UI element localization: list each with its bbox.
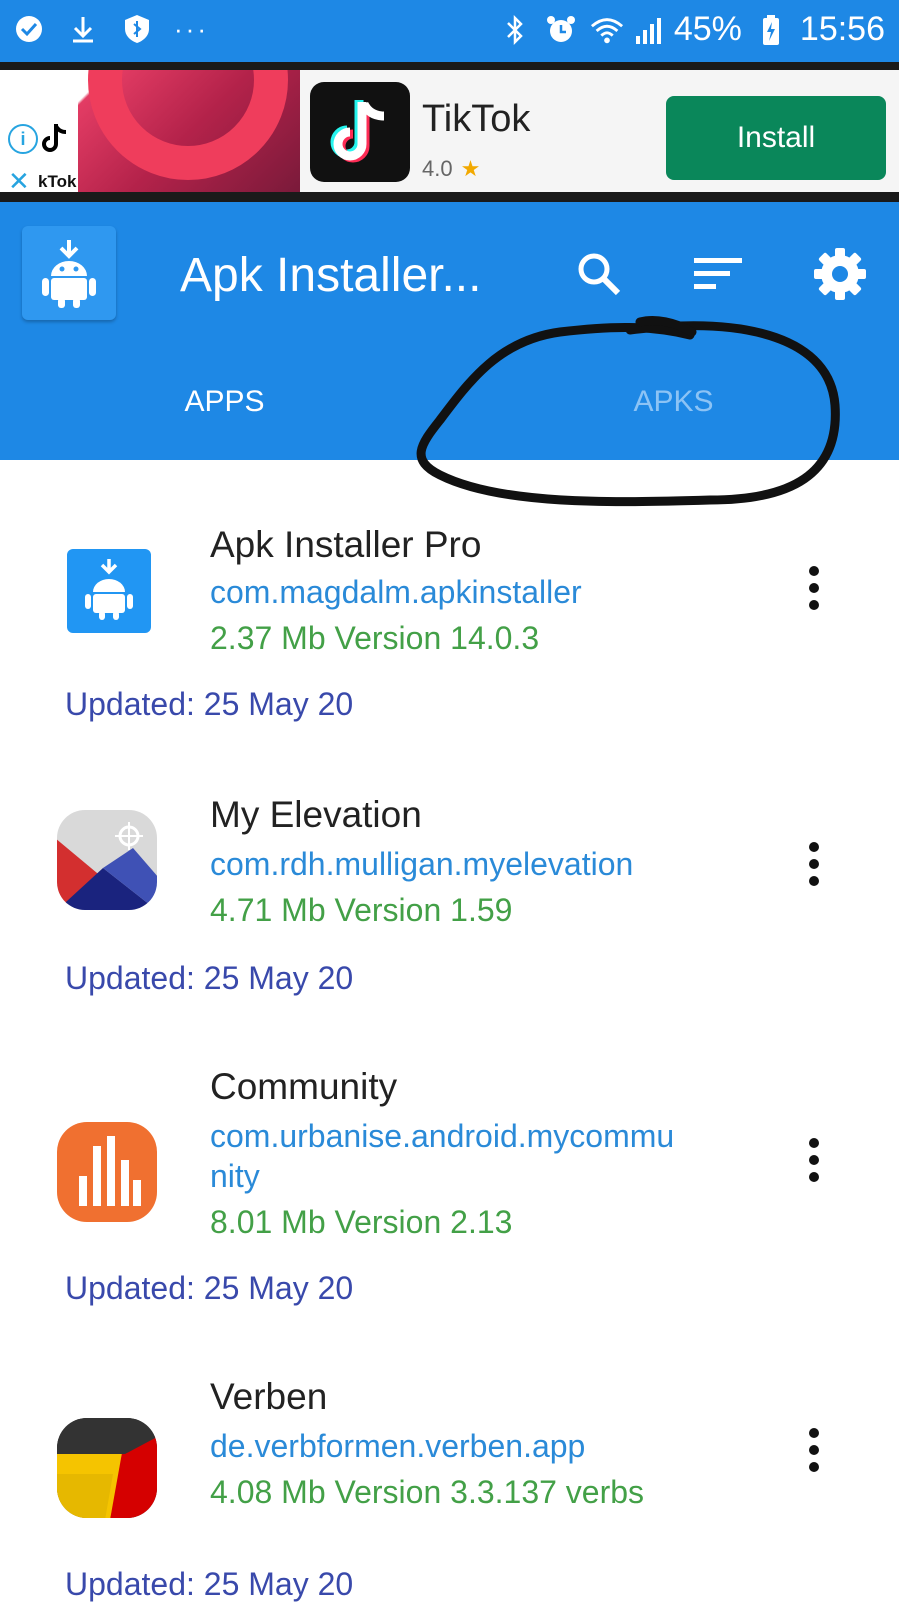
install-button[interactable]: Install — [666, 96, 886, 180]
settings-icon[interactable] — [812, 246, 868, 302]
ad-image[interactable]: i ✕ kTok — [0, 70, 300, 192]
ad-close-icon[interactable]: ✕ — [8, 168, 30, 192]
status-left-icons: ··· — [12, 12, 209, 46]
ad-info-icon[interactable]: i — [8, 124, 38, 154]
overflow-menu-icon[interactable] — [794, 1420, 834, 1480]
overflow-menu-icon[interactable] — [794, 558, 834, 618]
community-icon — [55, 1120, 159, 1224]
app-package: com.rdh.mulligan.myelevation — [210, 846, 634, 882]
app-updated: Updated: 25 May 20 — [65, 1566, 354, 1602]
tiktok-logo-icon[interactable] — [310, 82, 410, 182]
tab-apks[interactable]: APKS — [449, 344, 898, 460]
verben-icon — [55, 1416, 159, 1520]
app-name: Verben — [210, 1376, 328, 1417]
app-updated: Updated: 25 May 20 — [65, 1270, 354, 1306]
tab-bar: APPS APKS — [0, 344, 899, 460]
signal-icon — [635, 16, 662, 44]
ad-ring-graphic — [88, 70, 288, 180]
tab-indicator — [0, 456, 449, 460]
app-size-version: 2.37 Mb Version 14.0.3 — [210, 620, 540, 656]
app-name: My Elevation — [210, 794, 422, 835]
check-circle-icon — [12, 12, 46, 46]
app-updated: Updated: 25 May 20 — [65, 686, 354, 722]
search-icon[interactable] — [571, 246, 627, 302]
tiktok-mini-logo-icon — [42, 124, 67, 152]
status-bar: ··· 45% 15:56 — [0, 0, 899, 62]
elevation-icon — [55, 808, 159, 912]
app-package: de.verbformen.verben.app — [210, 1428, 586, 1464]
bluetooth-icon — [498, 13, 532, 47]
tab-apps[interactable]: APPS — [0, 344, 449, 460]
app-logo-icon — [22, 226, 116, 320]
app-size-version: 4.08 Mb Version 3.3.137 verbs — [210, 1474, 645, 1510]
app-updated: Updated: 25 May 20 — [65, 960, 354, 996]
more-notifications-indicator: ··· — [174, 13, 209, 44]
alarm-icon — [544, 13, 578, 47]
ad-content: i ✕ kTok TikTok 4.0 ★ Install — [0, 70, 899, 192]
ad-rating-value: 4.0 — [422, 156, 453, 181]
app-size-version: 8.01 Mb Version 2.13 — [210, 1204, 513, 1240]
battery-percent: 45% — [673, 10, 742, 48]
overflow-menu-icon[interactable] — [794, 834, 834, 894]
wifi-icon — [590, 13, 624, 47]
overflow-menu-icon[interactable] — [794, 1130, 834, 1190]
ad-banner[interactable]: i ✕ kTok TikTok 4.0 ★ Install — [0, 62, 899, 202]
android-install-icon — [60, 542, 164, 646]
app-package: com.magdalm.apkinstaller — [210, 574, 582, 610]
star-icon: ★ — [460, 156, 481, 181]
ad-rating: 4.0 ★ — [422, 156, 480, 182]
app-package: com.urbanise.android.mycommunity — [210, 1118, 675, 1194]
app-name: Apk Installer Pro — [210, 524, 482, 565]
app-bar: Apk Installer... — [0, 202, 899, 344]
sort-icon[interactable] — [690, 246, 746, 302]
app-size-version: 4.71 Mb Version 1.59 — [210, 892, 513, 928]
shield-icon — [120, 12, 154, 46]
ad-app-name: TikTok — [422, 98, 531, 140]
battery-icon — [754, 13, 788, 47]
clock: 15:56 — [799, 10, 885, 48]
status-right: 45% 15:56 — [498, 10, 885, 49]
ad-brand-text: kTok — [38, 172, 77, 191]
app-name: Community — [210, 1066, 398, 1107]
page-title: Apk Installer... — [180, 249, 482, 302]
download-icon — [66, 12, 100, 46]
